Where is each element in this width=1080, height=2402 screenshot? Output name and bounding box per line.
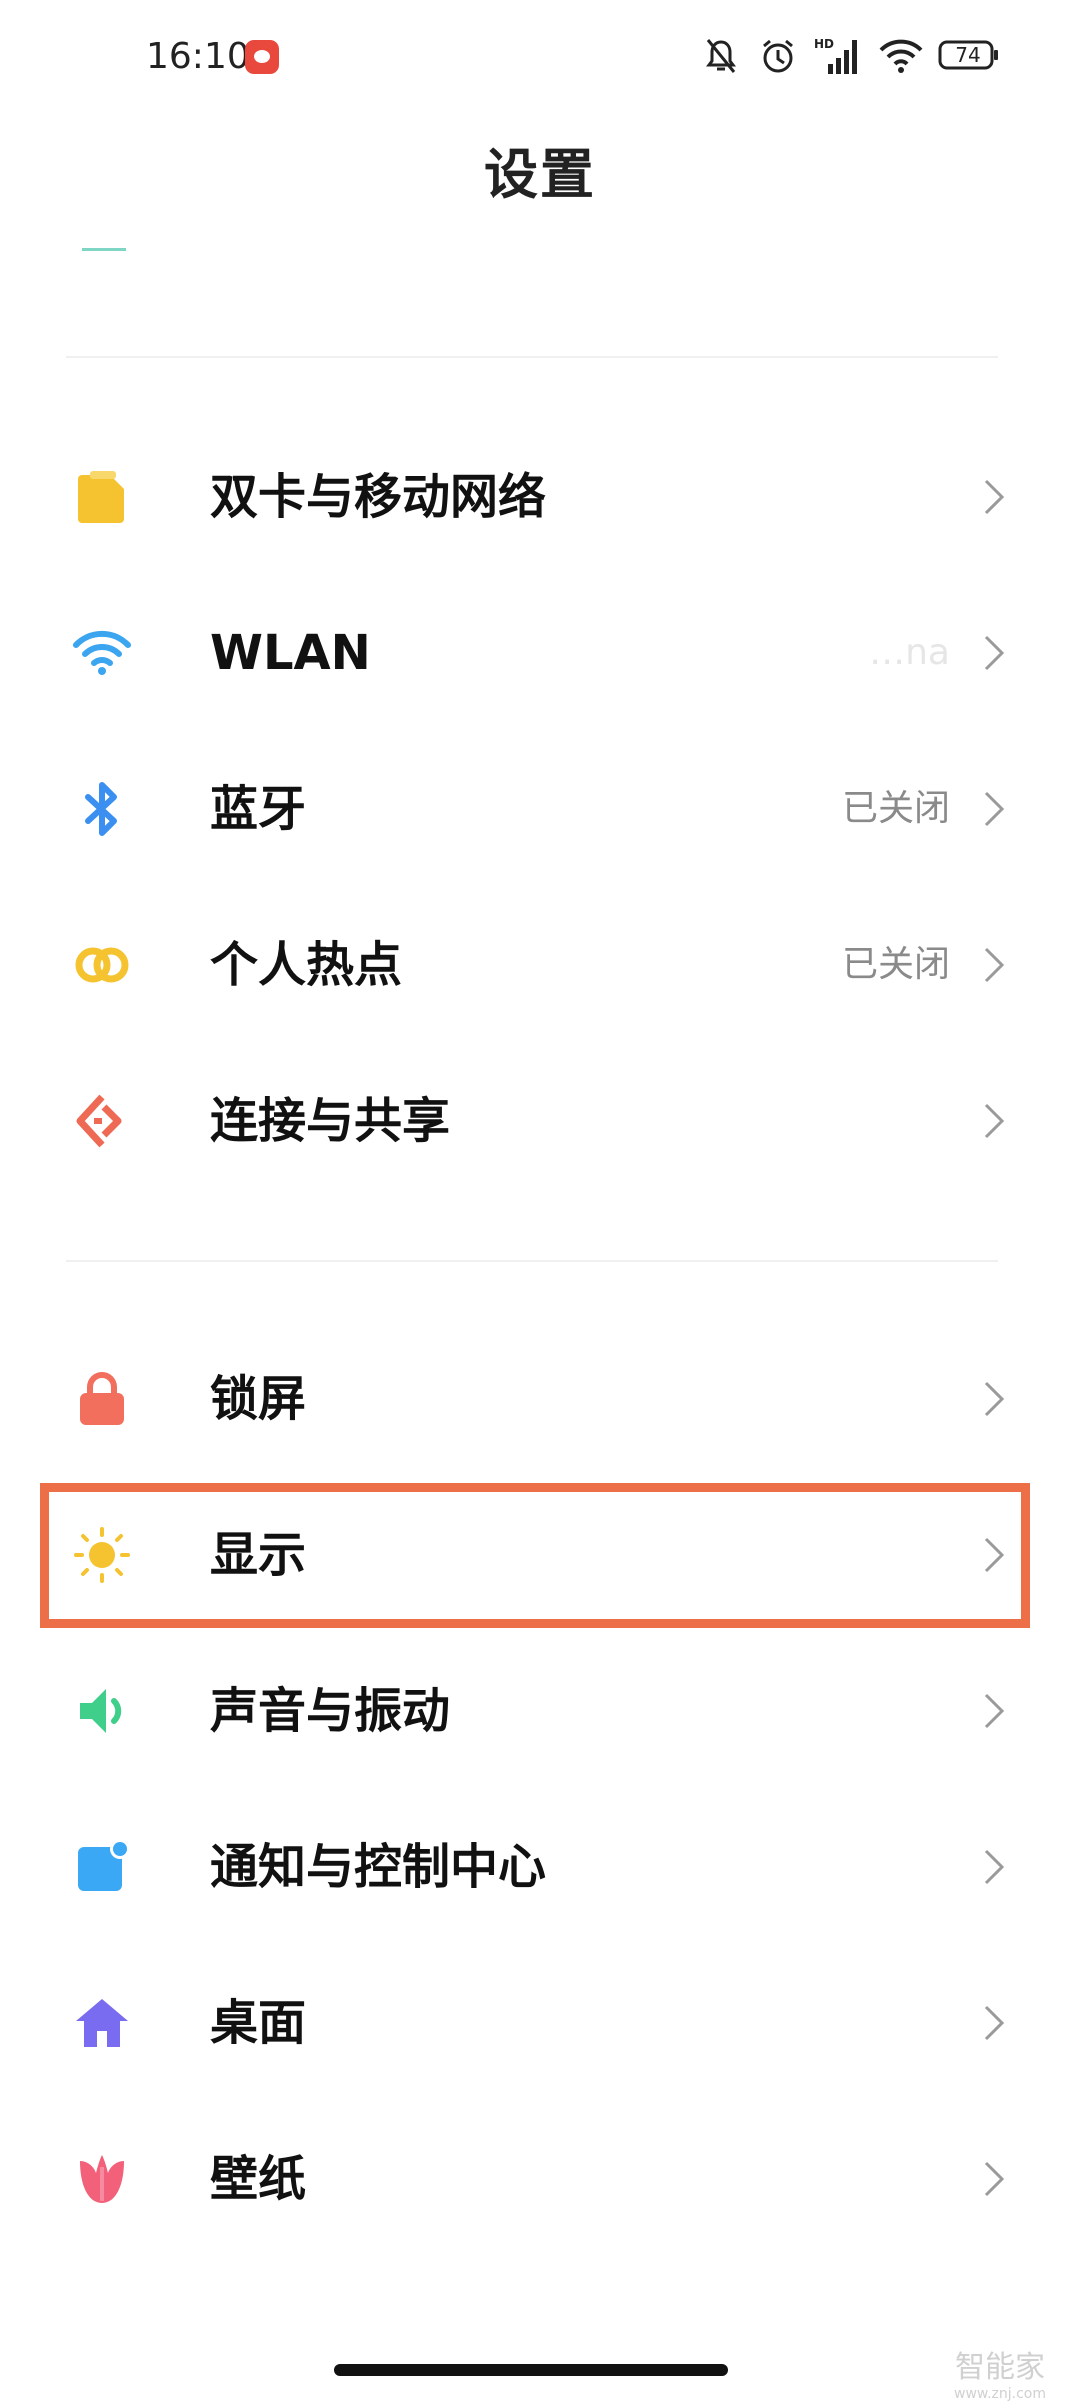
wifi-icon [72, 623, 132, 683]
settings-item-label: 壁纸 [210, 2151, 307, 2207]
settings-item-label: WLAN [210, 625, 371, 681]
lock-icon [72, 1369, 132, 1429]
connection-share-icon [72, 1091, 132, 1151]
hotspot-icon [72, 935, 132, 995]
settings-item-label: 个人热点 [210, 937, 403, 993]
settings-item-lock-screen[interactable]: 锁屏 [0, 1324, 1080, 1474]
bluetooth-icon [72, 779, 132, 839]
speaker-icon [72, 1681, 132, 1741]
home-icon [72, 1993, 132, 2053]
section-divider [66, 1260, 998, 1262]
chevron-right-icon [980, 477, 1008, 517]
chevron-right-icon [980, 1691, 1008, 1731]
settings-item-label: 双卡与移动网络 [210, 469, 547, 525]
notification-icon [72, 1837, 132, 1897]
wifi-status-icon [878, 38, 924, 74]
chevron-right-icon [980, 1379, 1008, 1419]
chevron-right-icon [980, 1847, 1008, 1887]
alarm-icon [760, 38, 796, 74]
settings-item-dual-sim[interactable]: 双卡与移动网络 [0, 422, 1080, 572]
status-icons: HD 74 [706, 36, 1006, 84]
settings-item-label: 连接与共享 [210, 1093, 451, 1149]
settings-item-status: 已关闭 [841, 788, 950, 829]
settings-item-bluetooth[interactable]: 蓝牙 已关闭 [0, 734, 1080, 884]
chevron-right-icon [980, 789, 1008, 829]
settings-item-notification-center[interactable]: 通知与控制中心 [0, 1792, 1080, 1942]
bell-mute-icon [706, 38, 736, 74]
section-divider [66, 356, 998, 358]
settings-item-status: …na [869, 632, 950, 673]
settings-item-wlan[interactable]: WLAN …na [0, 578, 1080, 728]
settings-item-label: 通知与控制中心 [210, 1839, 547, 1895]
status-bar: 16:10 HD 74 [0, 0, 1080, 120]
network-badge: HD [814, 37, 834, 51]
app-notification-icon [245, 40, 279, 74]
watermark: 智能家 www.znj.com [930, 2342, 1070, 2402]
settings-item-label: 蓝牙 [210, 781, 307, 837]
battery-level: 74 [955, 43, 981, 67]
page-title: 设置 [484, 143, 596, 206]
watermark-text: 智能家 [955, 2350, 1045, 2385]
settings-item-connection-share[interactable]: 连接与共享 [0, 1046, 1080, 1196]
scrolled-item-fragment [82, 248, 126, 251]
chevron-right-icon [980, 2003, 1008, 2043]
settings-item-label: 桌面 [210, 1995, 307, 2051]
chevron-right-icon [980, 1101, 1008, 1141]
chevron-right-icon [980, 945, 1008, 985]
settings-item-sound-vibration[interactable]: 声音与振动 [0, 1636, 1080, 1786]
settings-item-home-screen[interactable]: 桌面 [0, 1948, 1080, 2098]
settings-item-status: 已关闭 [841, 944, 950, 985]
signal-icon: HD [814, 36, 860, 76]
chevron-right-icon [980, 633, 1008, 673]
sim-card-icon [72, 467, 132, 527]
chevron-right-icon [980, 2159, 1008, 2199]
highlight-box [40, 1483, 1030, 1628]
status-time: 16:10 [146, 36, 250, 77]
settings-item-wallpaper[interactable]: 壁纸 [0, 2104, 1080, 2254]
tulip-icon [72, 2149, 132, 2209]
settings-item-label: 锁屏 [210, 1371, 307, 1427]
home-indicator[interactable] [334, 2364, 728, 2376]
settings-item-hotspot[interactable]: 个人热点 已关闭 [0, 890, 1080, 1040]
settings-item-label: 声音与振动 [210, 1683, 451, 1739]
